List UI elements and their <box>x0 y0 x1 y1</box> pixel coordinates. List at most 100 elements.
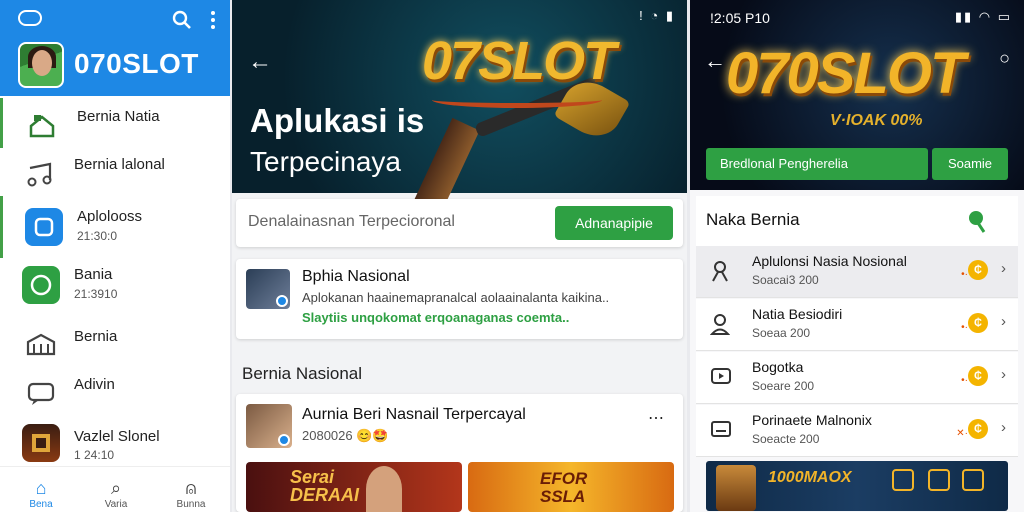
left-app-screen: 070SLOT Bernia Natia Bernia lalonal Aplo… <box>0 0 230 512</box>
building-icon <box>26 333 56 356</box>
menu-item-time: 1 24:10 <box>74 448 115 462</box>
hero-subtitle: Terpecinaya <box>250 146 401 177</box>
coin-icon: ₵ <box>968 260 988 280</box>
hero-button[interactable]: Soamie <box>932 148 1008 180</box>
chevron-right-icon: › <box>1001 260 1006 277</box>
coin-icon: ₵ <box>968 419 988 439</box>
more-vert-icon[interactable] <box>208 10 218 30</box>
location-pin-icon[interactable] <box>964 208 988 234</box>
banner-badge <box>962 469 984 491</box>
list-item[interactable]: Bogotka Soeare 200 •· ₵ › <box>696 352 1018 404</box>
menu-item-label: Bernia Natia <box>77 108 160 125</box>
menu-item-bernia-lalonal[interactable]: Bernia lalonal <box>0 146 230 196</box>
logo-swoosh <box>432 92 602 108</box>
promo-banner-1[interactable]: Serai DERAAI <box>246 462 462 512</box>
list-title: Naka Bernia <box>706 210 800 229</box>
indicator-dots: •· <box>961 375 968 386</box>
menu-item-bernia[interactable]: Bernia <box>0 318 230 368</box>
banner-text: 1000MAOX <box>768 469 852 486</box>
menu-item-adivin[interactable]: Adivin <box>0 366 230 416</box>
promo-banner-2[interactable]: EFOR SSLA <box>468 462 674 512</box>
news-card[interactable]: Bphia Nasional Aplokanan haainemapranalc… <box>236 259 683 339</box>
menu-item-aplolooss[interactable]: Aplolooss 21:30:0 <box>0 196 230 258</box>
hero-input[interactable]: Bredlonal Pengherelia <box>706 148 928 180</box>
menu-item-label: Bernia <box>74 328 118 345</box>
hero-logo: 070SLOT <box>726 41 965 106</box>
list-item[interactable]: Aplulonsi Nasia Nosional Soacai3 200 •· … <box>696 246 1018 298</box>
menu-item-vazlel-slonel[interactable]: Vazlel Slonel 1 24:10 <box>0 416 230 472</box>
search-button[interactable]: Adnanapipie <box>555 206 673 240</box>
emoji-reactions: 😊🤩 <box>356 428 389 443</box>
chat-icon <box>27 382 55 405</box>
user-icon <box>712 261 728 282</box>
item-subtitle: Soeaa 200 <box>752 326 811 340</box>
banner-badge <box>892 469 914 491</box>
indicator-dots: •· <box>961 269 968 280</box>
app-header: 070SLOT <box>0 0 230 96</box>
search-icon: ⌕ <box>110 478 122 498</box>
search-input[interactable]: Denalainasnan Terpecioronal <box>248 213 455 231</box>
avatar <box>246 404 292 448</box>
cloud-icon <box>18 10 42 26</box>
menu-item-bania[interactable]: Bania 21:3910 <box>0 258 230 318</box>
menu-item-label: Aplolooss <box>77 208 143 225</box>
app-icon <box>22 266 60 304</box>
indicator-dots: ✕· <box>956 428 968 439</box>
bottom-navigation: ⌂ Bena ⌕ Varia ⍝ Bunna <box>0 466 230 512</box>
list-item[interactable]: Porinaete Malnonix Soeacte 200 ✕· ₵ › <box>696 405 1018 457</box>
search-bar: Denalainasnan Terpecioronal Adnanapipie <box>236 199 683 247</box>
list-item[interactable]: Natia Besiodiri Soeaa 200 •· ₵ › <box>696 299 1018 351</box>
item-title: Porinaete Malnonix <box>752 412 872 428</box>
post-link[interactable]: Slaytiis unqokomat erqoanaganas coemta.. <box>302 310 569 325</box>
item-title: Natia Besiodiri <box>752 306 843 322</box>
menu-item-label: Vazlel Slonel <box>74 428 160 445</box>
hero-tagline: V·IOAK 00% <box>830 112 923 129</box>
back-arrow-icon[interactable]: ← <box>704 48 726 74</box>
menu-item-bernia-natia[interactable]: Bernia Natia <box>0 98 230 148</box>
right-app-screen: !2:05 P10 ▮▮ ◠ ▭ ← ○ 070SLOT V·IOAK 00% … <box>690 0 1024 512</box>
item-title: Aplulonsi Nasia Nosional <box>752 253 907 269</box>
nav-label: Bunna <box>176 499 206 510</box>
indicator-dots: •· <box>961 322 968 333</box>
post-body: Aplokanan haainemapranalcal aolaainalant… <box>302 290 610 305</box>
coin-icon: ₵ <box>968 366 988 386</box>
item-subtitle: Soeare 200 <box>752 379 815 393</box>
hero-logo: 07SLOT <box>422 31 616 91</box>
banner-person <box>366 466 402 512</box>
search-icon[interactable]: ○ <box>999 48 1010 69</box>
post-title: Aurnia Beri Nasnail Terpercayal <box>302 406 526 423</box>
search-icon[interactable] <box>172 10 192 30</box>
status-bar: ! ◔ ▮ <box>639 8 675 23</box>
nav-home[interactable]: ⌂ Bena <box>16 477 66 510</box>
news-card[interactable]: Aurnia Beri Nasnail Terpercayal 2080026 … <box>236 394 683 512</box>
nav-profile[interactable]: ⍝ Bunna <box>166 477 216 510</box>
menu-item-label: Adivin <box>74 376 115 393</box>
menu-item-time: 21:3910 <box>74 287 118 301</box>
nav-label: Bena <box>29 499 53 510</box>
item-subtitle: Soacai3 200 <box>752 273 819 287</box>
nav-label: Varia <box>104 499 128 510</box>
banner-text: Serai DERAAI <box>290 467 360 505</box>
menu-item-label: Bernia lalonal <box>74 156 165 173</box>
menu-item-label: Bania <box>74 266 113 283</box>
item-title: Bogotka <box>752 359 804 375</box>
user-icon: ⍝ <box>185 478 197 498</box>
chevron-right-icon: › <box>1001 366 1006 383</box>
more-horiz-icon[interactable]: ⋯ <box>648 408 665 428</box>
chevron-right-icon: › <box>1001 419 1006 436</box>
hero-title: Aplukasi is <box>250 102 425 139</box>
back-arrow-icon[interactable]: ← <box>248 48 272 76</box>
app-icon <box>22 424 60 462</box>
banner-figure <box>716 465 756 511</box>
banner-text: EFOR SSLA <box>540 469 588 506</box>
menu-item-time: 21:30:0 <box>77 229 118 243</box>
avatar[interactable] <box>18 42 64 88</box>
item-subtitle: Soeacte 200 <box>752 432 820 446</box>
brand-title: 070SLOT <box>74 48 199 79</box>
list-header: Naka Bernia <box>696 196 1018 246</box>
middle-app-screen: ! ◔ ▮ 07SLOT ← Aplukasi is Terpecinaya D… <box>232 0 687 512</box>
promo-banner[interactable]: 1000MAOX <box>706 461 1008 511</box>
nav-search[interactable]: ⌕ Varia <box>91 477 141 510</box>
coin-icon: ₵ <box>968 313 988 333</box>
post-title: Bphia Nasional <box>302 268 410 285</box>
